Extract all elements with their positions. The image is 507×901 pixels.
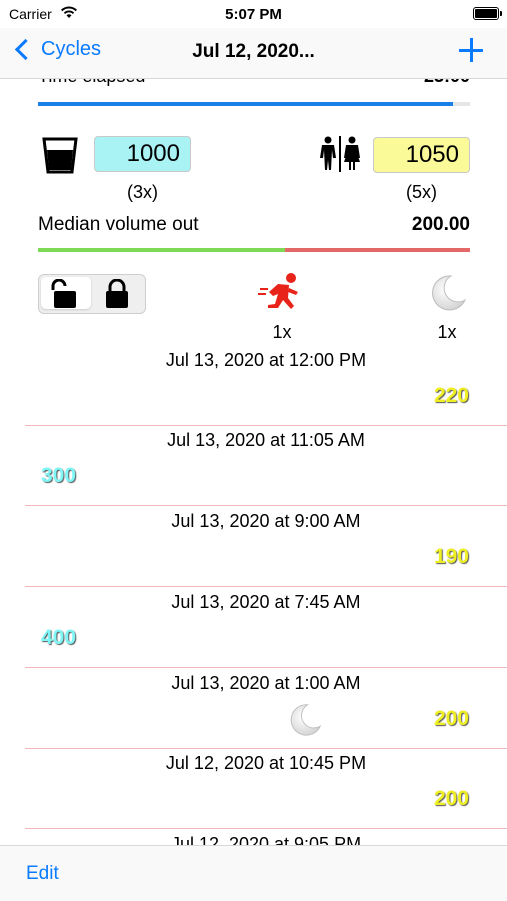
entry-date: Jul 12, 2020 at 9:05 PM [170, 834, 362, 845]
bottom-toolbar: Edit [0, 845, 507, 901]
elapsed-progress-bar [38, 102, 470, 106]
moon-icon [288, 703, 322, 742]
status-time: 5:07 PM [225, 6, 282, 23]
time-elapsed-value: 23:00 [424, 78, 470, 87]
list-item[interactable]: Jul 13, 2020 at 9:00 AM 190 [25, 507, 507, 587]
entry-date: Jul 13, 2020 at 7:45 AM [171, 592, 361, 612]
volume-out-count: (5x) [406, 182, 437, 202]
median-volume-label: Median volume out [38, 214, 199, 235]
plus-icon[interactable] [459, 38, 483, 62]
elapsed-progress-fill [38, 102, 453, 106]
running-person-icon[interactable] [258, 272, 304, 321]
list-item[interactable]: Jul 13, 2020 at 11:05 AM 300 [25, 426, 507, 506]
unlock-icon[interactable] [49, 278, 81, 313]
entry-volume: 200 [433, 707, 469, 730]
page-title: Jul 12, 2020... [192, 41, 315, 62]
volume-in-count: (3x) [127, 182, 158, 202]
volume-in-field[interactable]: 1000 [94, 136, 191, 172]
entry-date: Jul 13, 2020 at 9:00 AM [171, 511, 361, 531]
moon-count: 1x [437, 322, 457, 342]
cup-icon [42, 136, 78, 179]
entry-volume: 220 [433, 384, 469, 407]
list-item[interactable]: Jul 13, 2020 at 12:00 PM 220 [25, 346, 507, 426]
entry-date: Jul 12, 2020 at 10:45 PM [165, 753, 367, 773]
entry-volume: 300 [41, 464, 77, 487]
list-item[interactable]: Jul 13, 2020 at 7:45 AM 400 [25, 588, 507, 668]
row-separator [25, 828, 507, 829]
volume-out-field[interactable]: 1050 [373, 137, 470, 173]
entry-volume: 200 [433, 787, 469, 810]
entry-volume: 400 [41, 626, 77, 649]
row-separator [25, 667, 507, 668]
list-item[interactable]: Jul 12, 2020 at 9:05 PM [25, 830, 507, 845]
run-count: 1x [272, 322, 292, 342]
edit-button[interactable]: Edit [26, 863, 59, 885]
time-elapsed-label: Time elapsed [38, 78, 145, 86]
navigation-bar: Cycles Jul 12, 2020... [0, 28, 507, 79]
lock-segmented-control[interactable] [38, 274, 146, 314]
battery-icon [473, 7, 502, 20]
list-item[interactable]: Jul 12, 2020 at 10:45 PM 200 [25, 749, 507, 829]
median-volume-value: 200.00 [411, 214, 470, 235]
row-separator [25, 586, 507, 587]
time-elapsed-row: Time elapsed 23:00 [38, 78, 470, 88]
cycle-detail: Time elapsed 23:00 1000 (3x) 1050 (5x) M… [0, 78, 507, 845]
moon-icon[interactable] [429, 274, 467, 317]
entry-volume: 190 [433, 545, 469, 568]
list-item[interactable]: Jul 13, 2020 at 1:00 AM 200 [25, 669, 507, 749]
restroom-icon [320, 136, 360, 177]
row-separator [25, 505, 507, 506]
entry-date: Jul 13, 2020 at 11:05 AM [167, 430, 365, 450]
lock-icon[interactable] [101, 278, 133, 313]
entry-date: Jul 13, 2020 at 12:00 PM [165, 350, 367, 370]
volume-balance-bar [38, 248, 470, 252]
status-bar: Carrier 5:07 PM [0, 0, 507, 28]
entry-date: Jul 13, 2020 at 1:00 AM [171, 673, 361, 693]
